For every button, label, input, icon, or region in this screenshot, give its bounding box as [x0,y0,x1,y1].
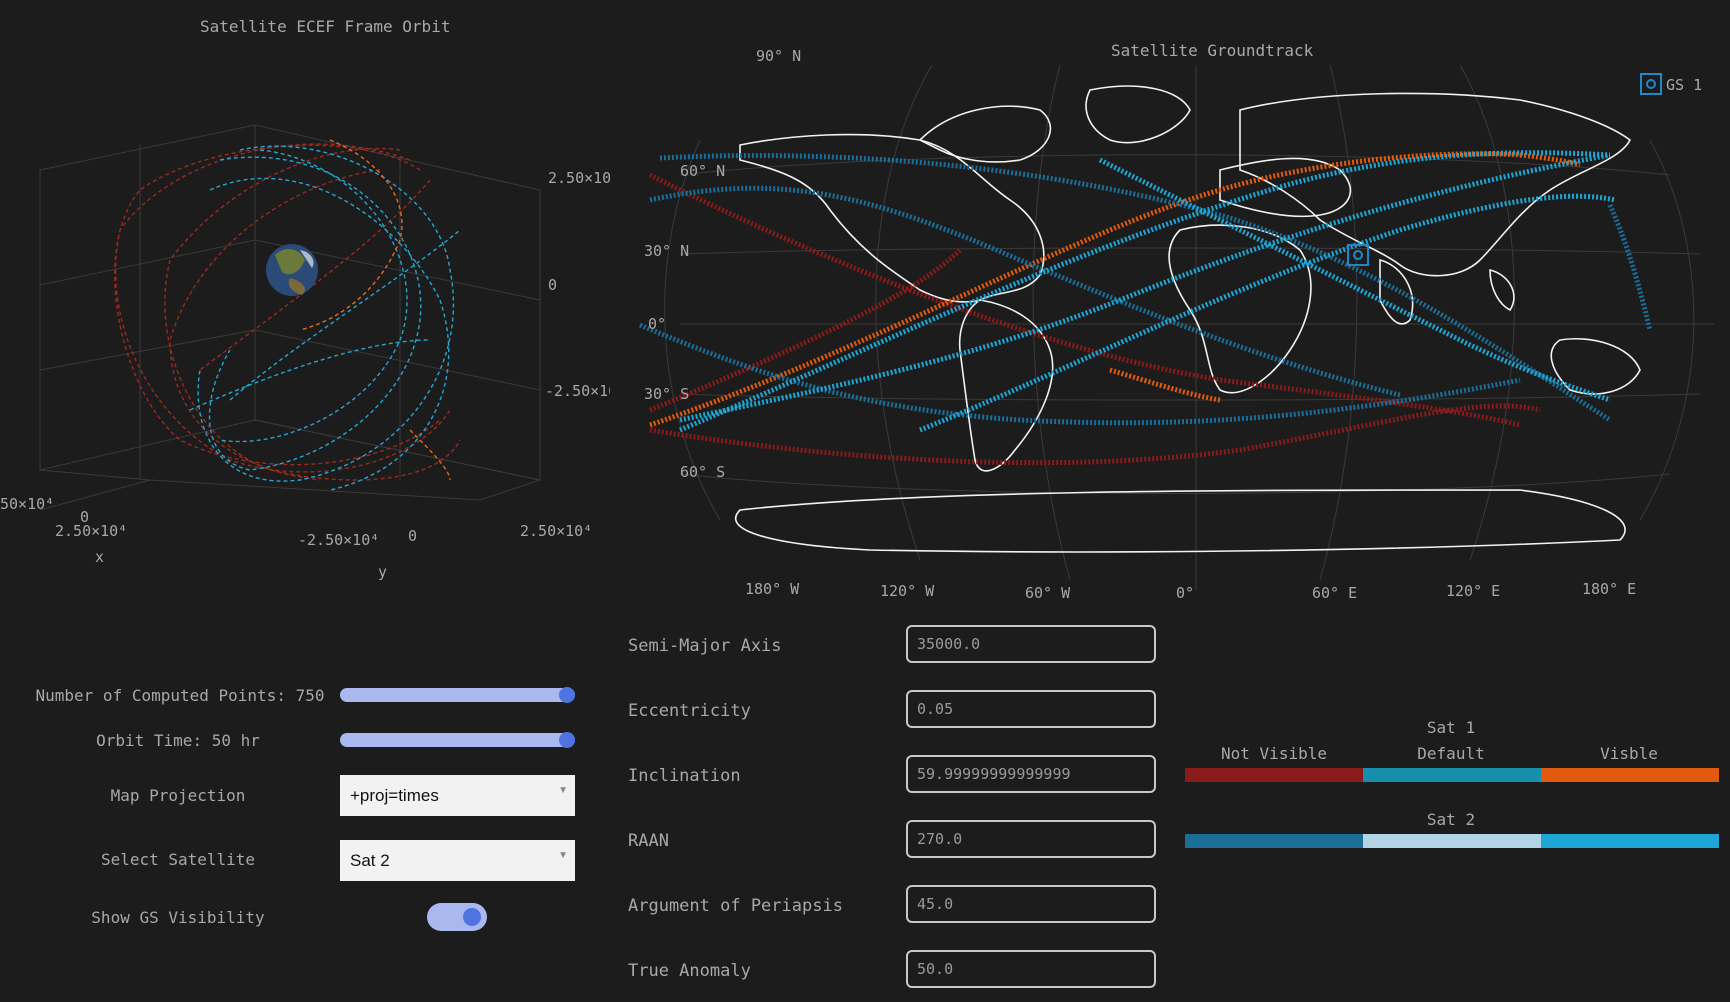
semi-major-axis-label: Semi-Major Axis [628,636,782,656]
gs-visibility-toggle[interactable] [427,903,487,931]
sat1-not-visible-swatch [1185,768,1363,782]
lon-label-60e: 60° E [1312,584,1357,602]
orbit-3d-plot[interactable]: 2.50×10⁴ 0 -2.50×10⁴ z 50×10⁴ 0 2.50×10⁴… [0,40,610,600]
sat1-default-label: Default [1417,744,1485,763]
lon-label-0: 0° [1176,584,1194,602]
sat2-not-visible-swatch [1185,834,1363,848]
y-tick-2: 2.50×10⁴ [520,522,592,540]
x-axis-label: x [95,548,104,566]
true-anomaly-input[interactable]: 50.0 [906,950,1156,988]
lat-label-30n: 30° N [644,242,689,260]
eccentricity-label: Eccentricity [628,701,751,721]
raan-label: RAAN [628,831,669,851]
argument-of-periapsis-input[interactable]: 45.0 [906,885,1156,923]
chevron-down-icon: ▼ [558,850,568,861]
groundtrack-legend[interactable]: GS 1 [1640,73,1702,95]
lat-label-60s: 60° S [680,463,725,481]
inclination-label: Inclination [628,766,741,786]
lon-label-180w: 180° W [745,580,800,598]
orbit-time-slider[interactable] [340,732,575,748]
sat1-visible-label: Visble [1600,744,1658,763]
gs-legend-icon [1640,73,1662,95]
semi-major-axis-input[interactable]: 35000.0 [906,625,1156,663]
lon-label-120e: 120° E [1446,582,1500,600]
eccentricity-input[interactable]: 0.05 [906,690,1156,728]
map-projection-select[interactable]: +proj=times ▼ [340,775,575,816]
inclination-input[interactable]: 59.99999999999999 [906,755,1156,793]
select-satellite-value: Sat 2 [350,850,390,870]
sat2-visible-swatch [1541,834,1719,848]
z-tick-bottom: -2.50×10⁴ [545,382,610,400]
z-tick-top: 2.50×10⁴ [548,169,610,187]
y-tick-0: -2.50×10⁴ [298,531,379,549]
gs-legend-label: GS 1 [1666,76,1702,94]
lon-label-180e: 180° E [1582,580,1636,598]
points-label: Number of Computed Points: 750 [35,686,325,705]
lat-label-60n: 60° N [680,162,725,180]
argument-of-periapsis-label: Argument of Periapsis [628,896,843,916]
groundtrack-map[interactable]: 90° N 60° N 30° N 0° 30° S 60° S 180° W … [620,50,1730,610]
lat-label-0: 0° [648,315,666,333]
chevron-down-icon: ▼ [558,785,568,796]
raan-input[interactable]: 270.0 [906,820,1156,858]
gs-visibility-label: Show GS Visibility [91,908,265,927]
y-axis-label: y [378,563,387,581]
sat2-default-swatch [1363,834,1541,848]
true-anomaly-label: True Anomaly [628,961,751,981]
sat1-legend-title: Sat 1 [1426,718,1476,737]
sat1-visible-swatch [1541,768,1719,782]
orbit-time-slider-handle[interactable] [559,732,575,748]
lat-label-30s: 30° S [644,385,689,403]
points-slider-handle[interactable] [559,687,575,703]
map-projection-value: +proj=times [350,785,439,805]
lon-label-120w: 120° W [880,582,935,600]
earth-icon [266,244,318,296]
lat-label-90n: 90° N [756,50,801,65]
sat1-not-visible-label: Not Visible [1221,744,1327,763]
sat2-legend-title: Sat 2 [1426,810,1476,829]
map-projection-label: Map Projection [110,786,246,805]
sat1-default-swatch [1363,768,1541,782]
points-slider[interactable] [340,687,575,703]
lon-label-60w: 60° W [1025,584,1071,602]
z-tick-mid: 0 [548,276,557,294]
select-satellite-select[interactable]: Sat 2 ▼ [340,840,575,881]
x-tick-2: 2.50×10⁴ [55,522,127,540]
orbit-time-label: Orbit Time: 50 hr [96,731,260,750]
select-satellite-label: Select Satellite [100,850,256,869]
orbit-3d-title: Satellite ECEF Frame Orbit [200,17,451,36]
y-tick-1: 0 [408,527,417,545]
x-tick-0: 50×10⁴ [0,495,54,513]
